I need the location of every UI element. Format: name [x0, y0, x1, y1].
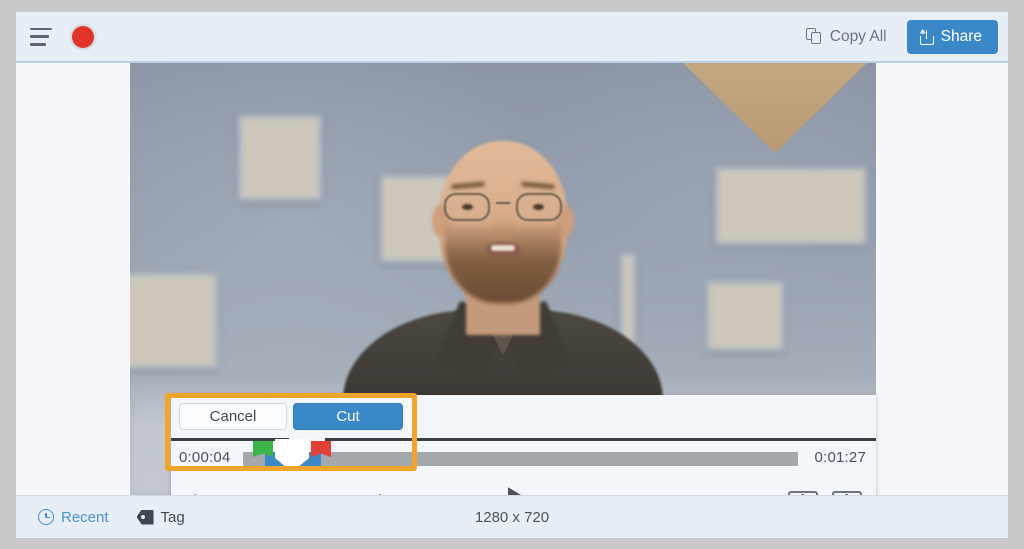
tag-icon: [136, 509, 154, 525]
recent-label: Recent: [61, 508, 109, 526]
selection-end-marker[interactable]: [311, 441, 331, 462]
copy-all-label: Copy All: [829, 27, 887, 45]
cut-button[interactable]: Cut: [293, 403, 403, 430]
subject-teeth: [491, 245, 515, 251]
record-button-icon[interactable]: [72, 25, 94, 48]
status-bar: Recent Tag 1280 x 720: [16, 495, 1008, 538]
toolbar-right-group: Copy All Share: [800, 19, 1008, 54]
cut-action-buttons: Cancel Cut: [179, 403, 403, 430]
timeline-row: 0:00:04 0:01:27: [171, 439, 876, 475]
hamburger-menu-icon[interactable]: [30, 26, 54, 48]
tag-label: Tag: [160, 508, 185, 526]
wall-frame: [706, 281, 784, 351]
cancel-button[interactable]: Cancel: [179, 403, 287, 430]
wall-frame: [238, 115, 322, 201]
share-button[interactable]: Share: [906, 19, 998, 54]
video-stage: TechSmith Cancel Cut 0:00:04: [16, 63, 1008, 538]
subject-glasses-icon: [441, 181, 565, 223]
timeline-track[interactable]: [243, 439, 798, 472]
dimensions-label: 1280 x 720: [474, 508, 550, 526]
wall-frame: [130, 273, 218, 369]
app-window: Copy All Share Cancel Cut 0:00:04 0:01:2…: [16, 12, 1008, 538]
total-time-label: 0:01:27: [814, 449, 866, 466]
toolbar-left-group: [16, 25, 94, 48]
copy-icon: [805, 28, 822, 45]
tag-button[interactable]: Tag: [136, 508, 185, 526]
screenshot-root: Copy All Share Cancel Cut 0:00:04 0:01:2…: [0, 0, 1024, 549]
current-time-label: 0:00:04: [179, 449, 231, 466]
share-label: Share: [940, 27, 982, 45]
recent-button[interactable]: Recent: [38, 509, 109, 526]
share-upload-icon: [919, 29, 934, 45]
selection-start-marker[interactable]: [253, 441, 273, 462]
wall-frame: [715, 167, 867, 245]
timeline-playhead[interactable]: [275, 439, 309, 472]
top-toolbar: Copy All Share: [16, 12, 1008, 63]
copy-all-button[interactable]: Copy All: [800, 24, 893, 50]
clock-icon: [38, 509, 54, 525]
